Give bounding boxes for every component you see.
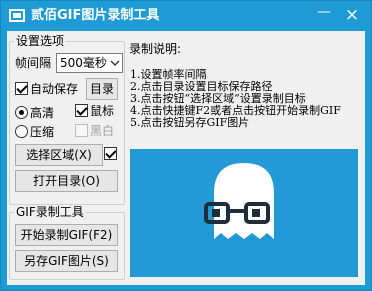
settings-group-title: 设置选项	[14, 34, 67, 48]
instructions-panel: 录制说明: 1.设置帧率间隔 2.点击目录设置目标保存路径 3.点击按钮“选择区…	[129, 42, 357, 145]
quality-high-radio[interactable]	[15, 106, 28, 119]
ghost-mascot-icon	[204, 163, 274, 239]
auto-save-checkbox[interactable]	[15, 82, 28, 95]
minimize-button[interactable]: —	[314, 5, 334, 25]
directory-button[interactable]: 目录	[86, 78, 118, 100]
recorder-group-title: GIF录制工具	[14, 205, 86, 219]
interval-label: 帧间隔	[15, 56, 52, 70]
preview-area	[130, 149, 358, 277]
quality-compress-label: 压缩	[30, 125, 55, 139]
auto-save-label: 自动保存	[30, 82, 79, 96]
cursor-label: 鼠标	[90, 104, 115, 118]
instruction-item: 5.点击按钮另存GIF图片	[130, 116, 250, 129]
instructions-list: 1.设置帧率间隔 2.点击目录设置目标保存路径 3.点击按钮“选择区域”设置录制…	[130, 69, 341, 129]
select-area-button[interactable]: 选择区域(X)	[15, 144, 103, 166]
grayscale-label: 黑白	[90, 124, 115, 138]
save-gif-button[interactable]: 另存GIF图片(S)	[15, 250, 118, 272]
client-area: 设置选项 帧间隔 500毫秒 自动保存 目录 高清 鼠标 压缩 黑白 选择区域(…	[7, 31, 365, 285]
quality-high-label: 高清	[30, 106, 55, 120]
select-area-checkbox[interactable]	[104, 147, 117, 160]
interval-select[interactable]: 500毫秒	[56, 53, 123, 73]
window-title: 贰佰GIF图片录制工具	[31, 8, 160, 23]
app-window: 贰佰GIF图片录制工具 — × 设置选项 帧间隔 500毫秒 自动保存 目录 高…	[0, 0, 372, 291]
title-bar[interactable]: 贰佰GIF图片录制工具 — ×	[1, 1, 371, 31]
close-button[interactable]: ×	[341, 5, 363, 25]
quality-compress-radio[interactable]	[15, 125, 28, 138]
open-directory-button[interactable]: 打开目录(O)	[15, 170, 118, 192]
grayscale-checkbox[interactable]	[75, 124, 88, 137]
instructions-title: 录制说明:	[129, 42, 182, 56]
start-recording-button[interactable]: 开始录制GIF(F2)	[15, 224, 118, 246]
interval-select-value: 500毫秒	[60, 56, 107, 70]
chevron-down-icon	[110, 60, 120, 66]
cursor-checkbox[interactable]	[75, 104, 88, 117]
app-icon	[9, 8, 25, 24]
